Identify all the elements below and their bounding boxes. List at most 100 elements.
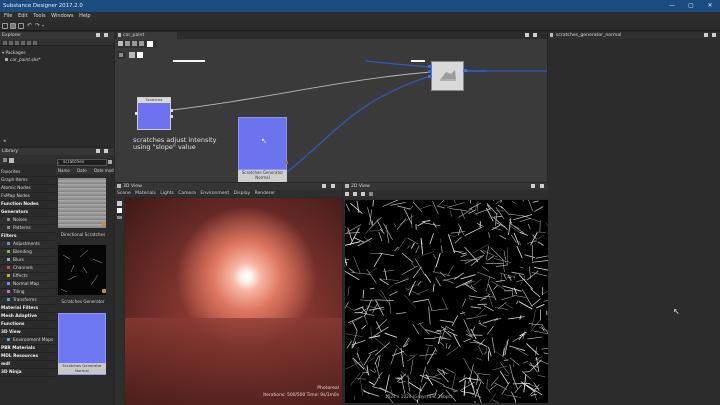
2d-texture-viewport[interactable]: 1024 x 1024 (Grayscale, 16bpc) bbox=[345, 200, 548, 403]
open-package-icon[interactable] bbox=[9, 41, 13, 45]
menu-materials[interactable]: Materials bbox=[135, 191, 156, 196]
library-view-icon[interactable] bbox=[9, 158, 14, 163]
menu-display[interactable]: Display bbox=[234, 191, 251, 196]
menu-renderer[interactable]: Renderer bbox=[255, 191, 276, 196]
float-panel-icon[interactable] bbox=[96, 33, 100, 37]
float-panel-icon[interactable] bbox=[531, 184, 535, 188]
properties-tab[interactable]: scratches_generator_normal bbox=[548, 32, 720, 39]
camera-tool-icon[interactable] bbox=[117, 208, 122, 213]
menu-help[interactable]: Help bbox=[79, 12, 90, 21]
library-category[interactable]: Atomic Nodes bbox=[0, 185, 55, 193]
save-icon[interactable] bbox=[18, 23, 24, 29]
library-category[interactable]: Patterns bbox=[0, 225, 55, 233]
library-category[interactable]: Functions bbox=[0, 321, 55, 329]
redo-icon[interactable]: ↷ bbox=[35, 22, 40, 29]
fit-view-icon[interactable] bbox=[353, 192, 357, 196]
float-panel-icon[interactable] bbox=[322, 184, 326, 188]
col-name[interactable]: Name bbox=[58, 168, 70, 173]
close-panel-icon[interactable] bbox=[331, 184, 335, 188]
library-category[interactable]: Material Filters bbox=[0, 305, 55, 313]
node-input-port[interactable] bbox=[135, 112, 138, 115]
library-category[interactable]: Channels bbox=[0, 265, 55, 273]
library-category[interactable]: Mesh Adaptive bbox=[0, 313, 55, 321]
close-panel-icon[interactable] bbox=[104, 33, 108, 37]
channels-icon[interactable] bbox=[361, 192, 365, 196]
clear-search-icon[interactable] bbox=[108, 160, 112, 164]
maximize-button[interactable]: ▢ bbox=[686, 0, 696, 12]
scratches-generator-thumbnail[interactable] bbox=[58, 245, 106, 295]
library-category[interactable]: mdl bbox=[0, 361, 55, 369]
new-file-icon[interactable] bbox=[2, 23, 8, 29]
float-panel-icon[interactable] bbox=[96, 149, 100, 153]
graph-comment[interactable]: scratches adjust intensity using "slope"… bbox=[133, 137, 223, 151]
library-category[interactable]: Effects bbox=[0, 273, 55, 281]
menu-environment[interactable]: Environment bbox=[200, 191, 229, 196]
float-panel-icon[interactable] bbox=[704, 33, 708, 37]
select-tool-icon[interactable] bbox=[117, 201, 122, 206]
library-category[interactable]: Transforms bbox=[0, 297, 55, 305]
library-category[interactable]: Noises bbox=[0, 217, 55, 225]
tab-car-paint[interactable]: car_paint bbox=[117, 32, 177, 39]
menu-tools[interactable]: Tools bbox=[33, 12, 45, 21]
view-2d-menu-icon[interactable] bbox=[345, 192, 349, 196]
float-panel-icon[interactable] bbox=[525, 33, 529, 37]
library-category[interactable]: 3D Ninja bbox=[0, 369, 55, 377]
close-panel-icon[interactable] bbox=[540, 184, 544, 188]
output-node[interactable] bbox=[431, 61, 464, 91]
close-panel-icon[interactable] bbox=[533, 33, 537, 37]
node-output-port[interactable] bbox=[463, 69, 467, 72]
node-input-port[interactable] bbox=[428, 75, 432, 78]
close-panel-icon[interactable] bbox=[712, 33, 716, 37]
library-category[interactable]: PBR Materials bbox=[0, 345, 55, 353]
close-button[interactable]: ✕ bbox=[705, 0, 715, 12]
menu-scene[interactable]: Scene bbox=[117, 191, 131, 196]
package-item[interactable]: car_paint.sbs* bbox=[0, 57, 114, 64]
library-category[interactable]: 3D View bbox=[0, 329, 55, 337]
library-category[interactable]: Tiling bbox=[0, 289, 55, 297]
expand-icon[interactable] bbox=[27, 41, 31, 45]
undo-icon[interactable]: ↶ bbox=[27, 22, 32, 29]
scratch-line bbox=[519, 331, 527, 337]
menu-file[interactable]: File bbox=[4, 12, 12, 21]
light-tool-icon[interactable] bbox=[117, 216, 122, 219]
graph-editor[interactable]: Scratches scratches adjust intensity usi… bbox=[115, 39, 547, 182]
library-category[interactable]: Graph Items bbox=[0, 177, 55, 185]
node-output-port[interactable] bbox=[170, 109, 173, 112]
save-package-icon[interactable] bbox=[15, 41, 19, 45]
close-panel-icon[interactable] bbox=[104, 149, 108, 153]
menu-lights[interactable]: Lights bbox=[160, 191, 174, 196]
minimize-button[interactable]: — bbox=[667, 0, 677, 12]
open-folder-icon[interactable] bbox=[10, 23, 16, 29]
col-date-mod[interactable]: Date mod bbox=[94, 168, 114, 173]
menu-windows[interactable]: Windows bbox=[51, 12, 73, 21]
explorer-menu-icon[interactable] bbox=[33, 41, 37, 45]
library-category[interactable]: Generators bbox=[0, 209, 55, 217]
dropdown-icon[interactable]: ▾ bbox=[42, 23, 44, 28]
packages-root[interactable]: ▾ Packages bbox=[0, 50, 114, 57]
library-category[interactable]: Normal Map bbox=[0, 281, 55, 289]
node-output-port[interactable] bbox=[170, 115, 173, 118]
node-input-port[interactable] bbox=[428, 70, 432, 73]
library-category[interactable]: FxMap Nodes bbox=[0, 193, 55, 201]
3d-render-viewport[interactable]: Photoreal Iterations: 500/500 Time: 9s/1… bbox=[125, 198, 342, 405]
col-date[interactable]: Date bbox=[77, 168, 87, 173]
node-output-port[interactable] bbox=[285, 161, 288, 164]
directional-scratches-thumbnail[interactable] bbox=[58, 178, 106, 228]
library-category[interactable]: MDL Resources bbox=[0, 353, 55, 361]
library-search-input[interactable]: scratches bbox=[57, 159, 107, 166]
menu-edit[interactable]: Edit bbox=[18, 12, 28, 21]
library-category[interactable]: Environment Maps bbox=[0, 337, 55, 345]
library-category[interactable]: Blending bbox=[0, 249, 55, 257]
collapse-icon[interactable] bbox=[21, 41, 25, 45]
menu-camera[interactable]: Camera bbox=[178, 191, 196, 196]
library-category[interactable]: Filters bbox=[0, 233, 55, 241]
node-input-port[interactable] bbox=[428, 65, 432, 68]
library-category[interactable]: Adjustments bbox=[0, 241, 55, 249]
new-package-icon[interactable] bbox=[3, 41, 7, 45]
export-icon[interactable] bbox=[369, 192, 373, 196]
library-category[interactable]: Blurs bbox=[0, 257, 55, 265]
scratches-node[interactable]: Scratches bbox=[137, 97, 171, 130]
library-category[interactable]: Function Nodes bbox=[0, 201, 55, 209]
library-category[interactable]: Favorites bbox=[0, 169, 55, 177]
library-menu-icon[interactable] bbox=[3, 158, 7, 162]
